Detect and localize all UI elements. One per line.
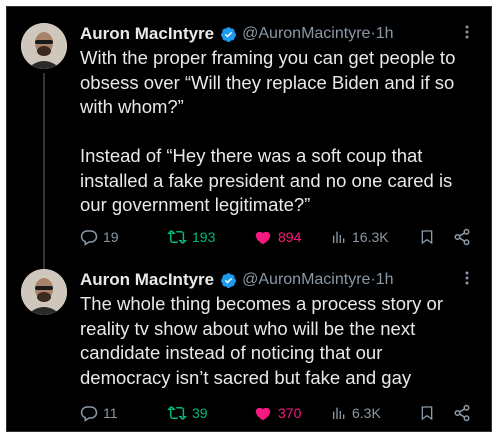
author-name[interactable]: Auron MacIntyre [80,24,214,44]
reply-count: 11 [103,405,118,421]
bookmark-icon [421,406,433,421]
tweet-header: Auron MacIntyre @AuronMacintyre · 1h [80,23,475,45]
reply-count: 19 [103,229,119,245]
author-name[interactable]: Auron MacIntyre [80,270,214,290]
views-icon [333,231,345,243]
repost-icon [167,406,187,420]
reply-button[interactable]: 19 [80,228,119,246]
like-icon [255,231,271,245]
author-handle[interactable]: @AuronMacintyre [242,271,370,289]
bookmark-icon [421,230,433,245]
share-icon [454,228,470,246]
views-count: 6.3K [352,405,381,421]
views-button[interactable]: 16.3K [331,229,389,245]
tweet-thread: Auron MacIntyre @AuronMacintyre · 1h Wit… [6,6,492,432]
like-icon [255,407,271,421]
reply-button[interactable]: 11 [80,404,118,422]
like-button[interactable]: 370 [253,404,301,422]
action-bar: 11 39 370 6.3K [7,403,491,423]
repost-button[interactable]: 39 [167,404,208,422]
timestamp[interactable]: 1h [376,271,394,289]
tweet-1[interactable]: Auron MacIntyre @AuronMacintyre · 1h Wit… [7,7,491,269]
avatar[interactable] [21,269,67,315]
bookmark-button[interactable] [419,228,435,246]
repost-count: 193 [192,229,216,245]
avatar[interactable] [21,23,67,69]
tweet-header: Auron MacIntyre @AuronMacintyre · 1h [80,269,475,291]
action-bar: 19 193 894 16.3K [7,227,491,247]
repost-icon [167,230,187,244]
verified-badge-icon [221,26,237,42]
more-icon[interactable] [465,271,469,288]
like-count: 894 [278,229,302,245]
repost-button[interactable]: 193 [167,228,215,246]
timestamp[interactable]: 1h [376,25,394,43]
author-handle[interactable]: @AuronMacintyre [242,25,370,43]
share-button[interactable] [453,404,471,422]
repost-count: 39 [192,405,208,421]
tweet-text: The whole thing becomes a process story … [80,293,443,388]
reply-icon [80,406,98,422]
views-count: 16.3K [352,229,389,245]
more-icon[interactable] [465,25,469,42]
share-button[interactable] [453,228,471,246]
like-count: 370 [278,405,302,421]
tweet-2[interactable]: Auron MacIntyre @AuronMacintyre · 1h The… [7,269,491,431]
reply-icon [80,230,98,246]
like-button[interactable]: 894 [253,228,301,246]
share-icon [454,404,470,422]
bookmark-button[interactable] [419,404,435,422]
verified-badge-icon [221,272,237,288]
tweet-text: With the proper framing you can get peop… [80,47,456,215]
views-button[interactable]: 6.3K [331,405,381,421]
views-icon [333,407,345,419]
